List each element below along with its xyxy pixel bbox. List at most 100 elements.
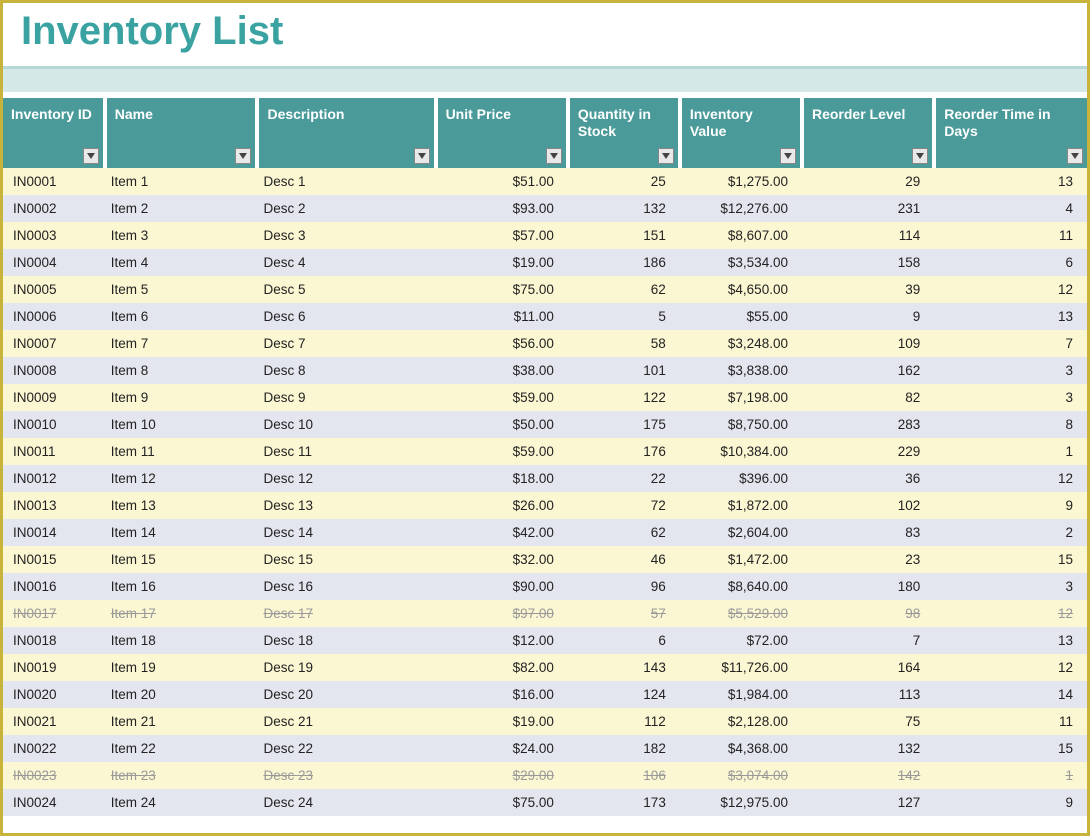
cell-price: $24.00 — [436, 735, 568, 762]
cell-val: $1,472.00 — [680, 546, 802, 573]
cell-id: IN0024 — [3, 789, 105, 816]
filter-dropdown-icon[interactable] — [83, 148, 99, 164]
filter-dropdown-icon[interactable] — [912, 148, 928, 164]
cell-name: Item 12 — [105, 465, 258, 492]
cell-val: $12,276.00 — [680, 195, 802, 222]
table-row[interactable]: IN0013Item 13Desc 13$26.0072$1,872.00102… — [3, 492, 1087, 519]
page-title: Inventory List — [21, 9, 1069, 54]
cell-days: 14 — [934, 681, 1087, 708]
cell-price: $50.00 — [436, 411, 568, 438]
cell-re: 132 — [802, 735, 934, 762]
cell-price: $59.00 — [436, 438, 568, 465]
column-header-days[interactable]: Reorder Time in Days — [934, 98, 1087, 168]
cell-price: $97.00 — [436, 600, 568, 627]
cell-name: Item 21 — [105, 708, 258, 735]
cell-desc: Desc 12 — [257, 465, 435, 492]
cell-desc: Desc 4 — [257, 249, 435, 276]
cell-desc: Desc 13 — [257, 492, 435, 519]
table-row[interactable]: IN0010Item 10Desc 10$50.00175$8,750.0028… — [3, 411, 1087, 438]
cell-price: $32.00 — [436, 546, 568, 573]
cell-val: $396.00 — [680, 465, 802, 492]
filter-dropdown-icon[interactable] — [658, 148, 674, 164]
cell-desc: Desc 8 — [257, 357, 435, 384]
cell-id: IN0017 — [3, 600, 105, 627]
table-row[interactable]: IN0008Item 8Desc 8$38.00101$3,838.001623 — [3, 357, 1087, 384]
cell-desc: Desc 19 — [257, 654, 435, 681]
cell-re: 82 — [802, 384, 934, 411]
table-row[interactable]: IN0016Item 16Desc 16$90.0096$8,640.00180… — [3, 573, 1087, 600]
filter-dropdown-icon[interactable] — [235, 148, 251, 164]
table-row[interactable]: IN0015Item 15Desc 15$32.0046$1,472.00231… — [3, 546, 1087, 573]
cell-re: 283 — [802, 411, 934, 438]
column-header-val[interactable]: Inventory Value — [680, 98, 802, 168]
cell-name: Item 5 — [105, 276, 258, 303]
cell-val: $3,074.00 — [680, 762, 802, 789]
cell-name: Item 6 — [105, 303, 258, 330]
filter-dropdown-icon[interactable] — [414, 148, 430, 164]
cell-re: 109 — [802, 330, 934, 357]
cell-id: IN0010 — [3, 411, 105, 438]
table-row[interactable]: IN0001Item 1Desc 1$51.0025$1,275.002913 — [3, 168, 1087, 195]
decorative-band — [3, 68, 1087, 92]
table-row[interactable]: IN0020Item 20Desc 20$16.00124$1,984.0011… — [3, 681, 1087, 708]
cell-days: 13 — [934, 168, 1087, 195]
cell-qty: 101 — [568, 357, 680, 384]
cell-desc: Desc 18 — [257, 627, 435, 654]
cell-name: Item 13 — [105, 492, 258, 519]
table-row[interactable]: IN0021Item 21Desc 21$19.00112$2,128.0075… — [3, 708, 1087, 735]
cell-price: $19.00 — [436, 708, 568, 735]
cell-desc: Desc 21 — [257, 708, 435, 735]
table-row[interactable]: IN0022Item 22Desc 22$24.00182$4,368.0013… — [3, 735, 1087, 762]
cell-desc: Desc 9 — [257, 384, 435, 411]
cell-name: Item 1 — [105, 168, 258, 195]
cell-re: 142 — [802, 762, 934, 789]
inventory-table: Inventory IDNameDescription Unit Price Qua… — [3, 98, 1087, 816]
cell-val: $1,275.00 — [680, 168, 802, 195]
cell-val: $3,534.00 — [680, 249, 802, 276]
cell-name: Item 24 — [105, 789, 258, 816]
table-row[interactable]: IN0024Item 24Desc 24$75.00173$12,975.001… — [3, 789, 1087, 816]
cell-val: $4,650.00 — [680, 276, 802, 303]
cell-desc: Desc 11 — [257, 438, 435, 465]
cell-val: $8,750.00 — [680, 411, 802, 438]
table-row[interactable]: IN0007Item 7Desc 7$56.0058$3,248.001097 — [3, 330, 1087, 357]
cell-re: 39 — [802, 276, 934, 303]
table-row[interactable]: IN0004Item 4Desc 4$19.00186$3,534.001586 — [3, 249, 1087, 276]
table-row[interactable]: IN0014Item 14Desc 14$42.0062$2,604.00832 — [3, 519, 1087, 546]
table-row[interactable]: IN0002Item 2Desc 2$93.00132$12,276.00231… — [3, 195, 1087, 222]
column-header-desc[interactable]: Description — [257, 98, 435, 168]
column-header-price[interactable]: Unit Price — [436, 98, 568, 168]
cell-re: 7 — [802, 627, 934, 654]
cell-desc: Desc 3 — [257, 222, 435, 249]
table-row[interactable]: IN0003Item 3Desc 3$57.00151$8,607.001141… — [3, 222, 1087, 249]
cell-price: $29.00 — [436, 762, 568, 789]
column-header-re[interactable]: Reorder Level — [802, 98, 934, 168]
table-row[interactable]: IN0012Item 12Desc 12$18.0022$396.003612 — [3, 465, 1087, 492]
cell-id: IN0003 — [3, 222, 105, 249]
cell-re: 36 — [802, 465, 934, 492]
cell-qty: 122 — [568, 384, 680, 411]
table-row[interactable]: IN0011Item 11Desc 11$59.00176$10,384.002… — [3, 438, 1087, 465]
cell-desc: Desc 7 — [257, 330, 435, 357]
cell-qty: 132 — [568, 195, 680, 222]
table-row[interactable]: IN0018Item 18Desc 18$12.006$72.00713 — [3, 627, 1087, 654]
column-header-qty[interactable]: Quantity in Stock — [568, 98, 680, 168]
column-label: Unit Price — [446, 106, 511, 122]
table-row[interactable]: IN0009Item 9Desc 9$59.00122$7,198.00823 — [3, 384, 1087, 411]
cell-price: $93.00 — [436, 195, 568, 222]
cell-days: 6 — [934, 249, 1087, 276]
cell-id: IN0022 — [3, 735, 105, 762]
table-row[interactable]: IN0017Item 17Desc 17$97.0057$5,529.00981… — [3, 600, 1087, 627]
filter-dropdown-icon[interactable] — [780, 148, 796, 164]
cell-val: $8,607.00 — [680, 222, 802, 249]
column-header-name[interactable]: Name — [105, 98, 258, 168]
cell-re: 127 — [802, 789, 934, 816]
filter-dropdown-icon[interactable] — [546, 148, 562, 164]
column-header-id[interactable]: Inventory ID — [3, 98, 105, 168]
table-row[interactable]: IN0005Item 5Desc 5$75.0062$4,650.003912 — [3, 276, 1087, 303]
table-row[interactable]: IN0023Item 23Desc 23$29.00106$3,074.0014… — [3, 762, 1087, 789]
table-row[interactable]: IN0006Item 6Desc 6$11.005$55.00913 — [3, 303, 1087, 330]
cell-days: 13 — [934, 303, 1087, 330]
table-row[interactable]: IN0019Item 19Desc 19$82.00143$11,726.001… — [3, 654, 1087, 681]
filter-dropdown-icon[interactable] — [1067, 148, 1083, 164]
